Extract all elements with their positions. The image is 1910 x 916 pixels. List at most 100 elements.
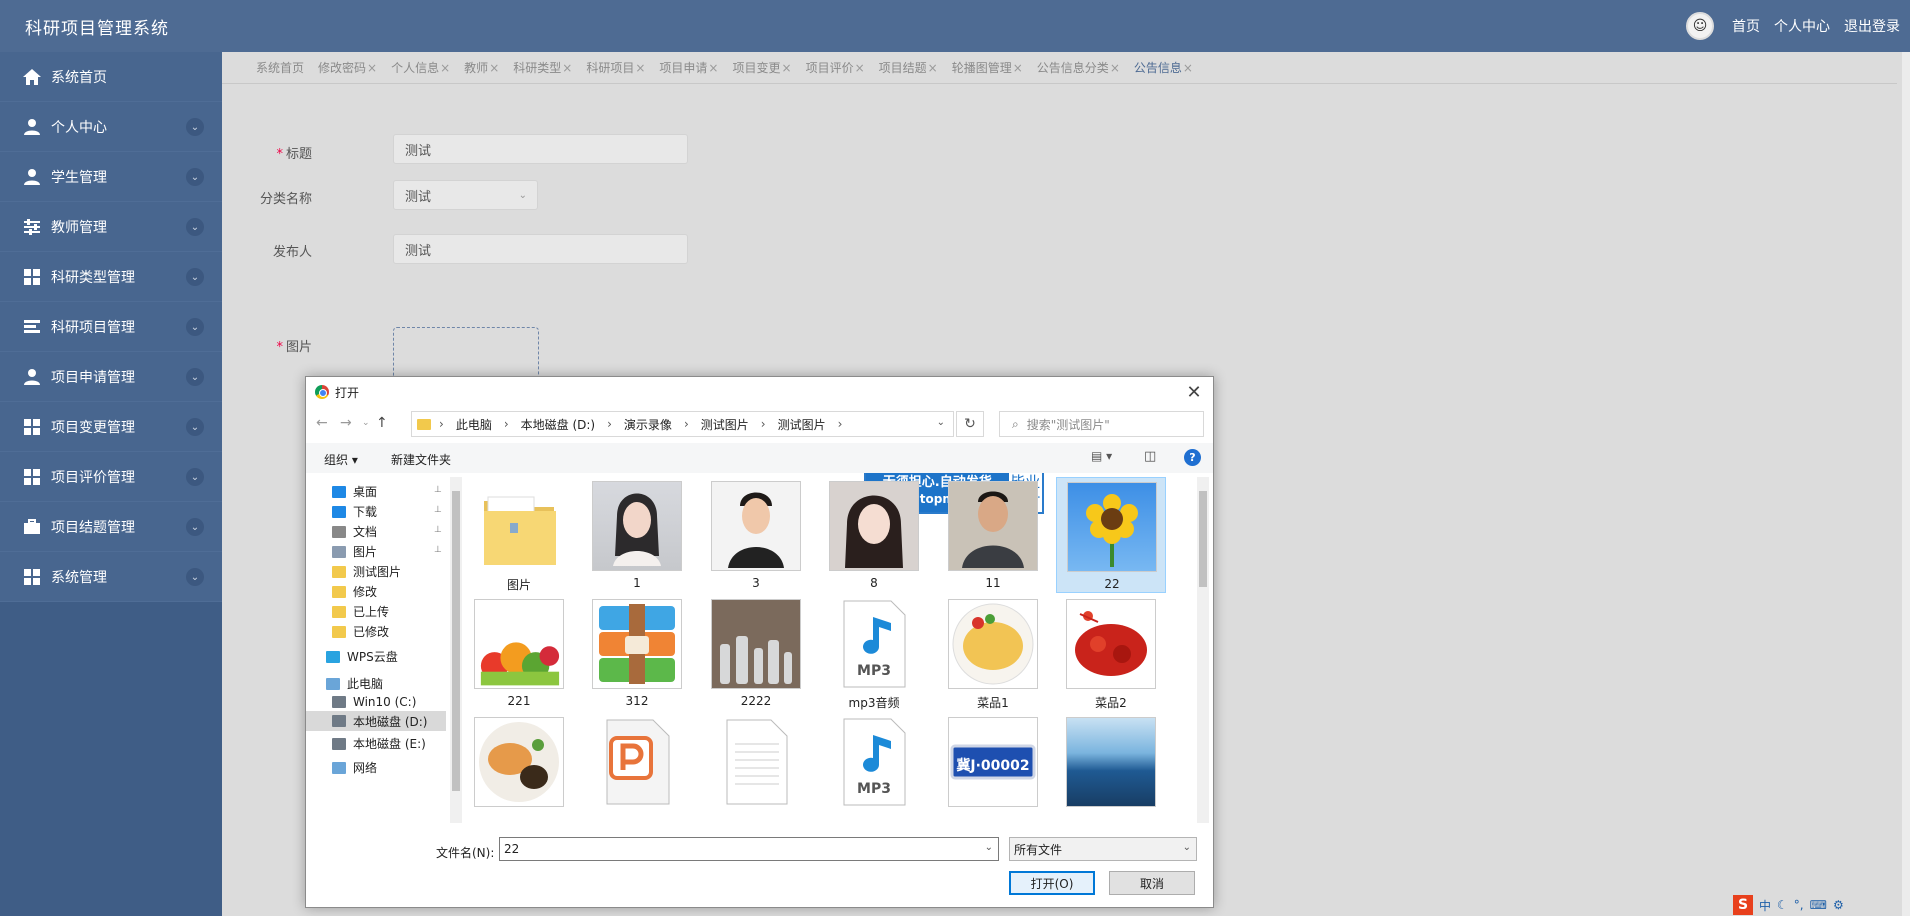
sidebar-item[interactable]: 系统管理 ⌄ bbox=[0, 552, 222, 602]
file-item[interactable]: 11 bbox=[938, 477, 1048, 593]
ime-lang[interactable]: 中 bbox=[1759, 897, 1771, 914]
sidebar-item[interactable]: 项目评价管理 ⌄ bbox=[0, 452, 222, 502]
tab[interactable]: 个人信息× bbox=[391, 59, 450, 76]
tree-item[interactable]: 桌面 bbox=[332, 483, 377, 500]
refresh-icon[interactable]: ↻ bbox=[956, 411, 984, 437]
tree-item[interactable]: 下载 bbox=[332, 503, 377, 520]
breadcrumb-separator[interactable]: › bbox=[684, 417, 689, 431]
forward-icon[interactable]: → bbox=[340, 415, 352, 431]
file-item[interactable]: 22 bbox=[1056, 477, 1166, 593]
grid-scrollbar[interactable] bbox=[1197, 477, 1209, 823]
tab[interactable]: 系统首页 bbox=[256, 59, 304, 76]
tab[interactable]: 公告信息分类× bbox=[1037, 59, 1120, 76]
file-item[interactable] bbox=[1056, 713, 1166, 823]
close-icon[interactable]: × bbox=[562, 61, 572, 75]
tab[interactable]: 项目变更× bbox=[732, 59, 791, 76]
tree-item[interactable]: Win10 (C:) bbox=[332, 695, 416, 709]
close-icon[interactable]: × bbox=[1183, 61, 1193, 75]
address-bar[interactable]: › 此电脑 › 本地磁盘 (D:) › 演示录像 › 测试图片 › 测试图片 › ⌄ bbox=[411, 411, 954, 437]
sidebar-item[interactable]: 学生管理 ⌄ bbox=[0, 152, 222, 202]
tree-item[interactable]: 已上传 bbox=[332, 603, 389, 620]
sogou-icon[interactable]: S bbox=[1733, 895, 1753, 915]
chevron-down-icon[interactable]: ⌄ bbox=[186, 568, 204, 586]
breadcrumb-item[interactable]: 本地磁盘 (D:) bbox=[521, 416, 595, 433]
profile-link[interactable]: 个人中心 bbox=[1774, 16, 1830, 36]
page-scrollbar[interactable] bbox=[1902, 52, 1910, 916]
tree-item[interactable]: 修改 bbox=[332, 583, 377, 600]
close-icon[interactable]: × bbox=[928, 61, 938, 75]
file-item[interactable]: 菜品2 bbox=[1056, 595, 1166, 711]
new-folder-button[interactable]: 新建文件夹 bbox=[391, 451, 451, 468]
file-item[interactable]: 3 bbox=[701, 477, 811, 593]
view-options-icon[interactable]: ▤ ▾ bbox=[1091, 449, 1112, 463]
search-input[interactable]: ⌕ 搜索"测试图片" bbox=[999, 411, 1204, 437]
tab[interactable]: 教师× bbox=[464, 59, 499, 76]
file-item[interactable]: 冀J·00002 bbox=[938, 713, 1048, 823]
close-icon[interactable]: × bbox=[708, 61, 718, 75]
sidebar-item[interactable]: 科研类型管理 ⌄ bbox=[0, 252, 222, 302]
close-icon[interactable]: × bbox=[1110, 61, 1120, 75]
file-item[interactable]: MP3 bbox=[819, 713, 929, 823]
file-item[interactable] bbox=[701, 713, 811, 823]
tree-item[interactable]: 本地磁盘 (D:) bbox=[306, 711, 446, 731]
filename-input[interactable]: 22 ⌄ bbox=[499, 837, 999, 861]
grid-scroll-thumb[interactable] bbox=[1199, 491, 1207, 587]
tab[interactable]: 修改密码× bbox=[318, 59, 377, 76]
close-icon[interactable]: × bbox=[855, 61, 865, 75]
breadcrumb-item[interactable]: 此电脑 bbox=[456, 416, 492, 433]
ime-toolbar[interactable]: S 中 ☾ °, ⌨ ⚙ bbox=[1733, 894, 1910, 916]
home-link[interactable]: 首页 bbox=[1732, 16, 1760, 36]
close-icon[interactable]: × bbox=[1013, 61, 1023, 75]
tab[interactable]: 项目评价× bbox=[806, 59, 865, 76]
recent-dropdown-icon[interactable]: ⌄ bbox=[362, 418, 370, 428]
file-item[interactable] bbox=[582, 713, 692, 823]
moon-icon[interactable]: ☾ bbox=[1777, 898, 1788, 912]
breadcrumb-separator[interactable]: › bbox=[838, 417, 843, 431]
file-item[interactable]: MP3 mp3音频 bbox=[819, 595, 929, 711]
chevron-down-icon[interactable]: ⌄ bbox=[186, 168, 204, 186]
cancel-button[interactable]: 取消 bbox=[1109, 871, 1195, 895]
file-item[interactable]: 8 bbox=[819, 477, 929, 593]
file-item[interactable]: 312 bbox=[582, 595, 692, 711]
keyboard-icon[interactable]: ⌨ bbox=[1810, 898, 1827, 912]
close-icon[interactable]: × bbox=[440, 61, 450, 75]
close-icon[interactable]: × bbox=[489, 61, 499, 75]
tree-item[interactable]: 网络 bbox=[332, 759, 377, 776]
punctuation-icon[interactable]: °, bbox=[1794, 898, 1804, 912]
sidebar-item[interactable]: 系统首页 bbox=[0, 52, 222, 102]
chevron-down-icon[interactable]: ⌄ bbox=[186, 468, 204, 486]
close-icon[interactable]: × bbox=[782, 61, 792, 75]
tree-item[interactable]: 本地磁盘 (E:) bbox=[332, 735, 426, 752]
chevron-down-icon[interactable]: ⌄ bbox=[985, 842, 993, 853]
chevron-down-icon[interactable]: ⌄ bbox=[937, 417, 945, 428]
chevron-down-icon[interactable]: ⌄ bbox=[186, 318, 204, 336]
chevron-down-icon[interactable]: ⌄ bbox=[186, 118, 204, 136]
settings-icon[interactable]: ⚙ bbox=[1833, 898, 1844, 912]
file-item[interactable]: 菜品1 bbox=[938, 595, 1048, 711]
preview-pane-icon[interactable]: ◫ bbox=[1144, 449, 1156, 464]
avatar[interactable]: ☺ bbox=[1686, 12, 1714, 40]
back-icon[interactable]: ← bbox=[316, 415, 328, 431]
up-icon[interactable]: ↑ bbox=[376, 415, 388, 431]
sidebar-item[interactable]: 项目申请管理 ⌄ bbox=[0, 352, 222, 402]
open-button[interactable]: 打开(O) bbox=[1009, 871, 1095, 895]
title-input[interactable]: 测试 bbox=[393, 134, 688, 164]
sidebar-item[interactable]: 个人中心 ⌄ bbox=[0, 102, 222, 152]
sidebar-item[interactable]: 项目结题管理 ⌄ bbox=[0, 502, 222, 552]
tree-item[interactable]: 文档 bbox=[332, 523, 377, 540]
chevron-down-icon[interactable]: ⌄ bbox=[186, 418, 204, 436]
filetype-select[interactable]: 所有文件 ⌄ bbox=[1009, 837, 1197, 861]
tab[interactable]: 科研类型× bbox=[513, 59, 572, 76]
chevron-down-icon[interactable]: ⌄ bbox=[186, 218, 204, 236]
tab[interactable]: 科研项目× bbox=[586, 59, 645, 76]
publisher-input[interactable]: 测试 bbox=[393, 234, 688, 264]
tree-item[interactable]: WPS云盘 bbox=[326, 648, 398, 665]
tab[interactable]: 公告信息× bbox=[1134, 59, 1193, 76]
sidebar-item[interactable]: 科研项目管理 ⌄ bbox=[0, 302, 222, 352]
sidebar-item[interactable]: 项目变更管理 ⌄ bbox=[0, 402, 222, 452]
sidebar-item[interactable]: 教师管理 ⌄ bbox=[0, 202, 222, 252]
category-select[interactable]: 测试 ⌄ bbox=[393, 180, 538, 210]
breadcrumb-separator[interactable]: › bbox=[607, 417, 612, 431]
tree-item[interactable]: 图片 bbox=[332, 543, 377, 560]
tree-item[interactable]: 测试图片 bbox=[332, 563, 401, 580]
